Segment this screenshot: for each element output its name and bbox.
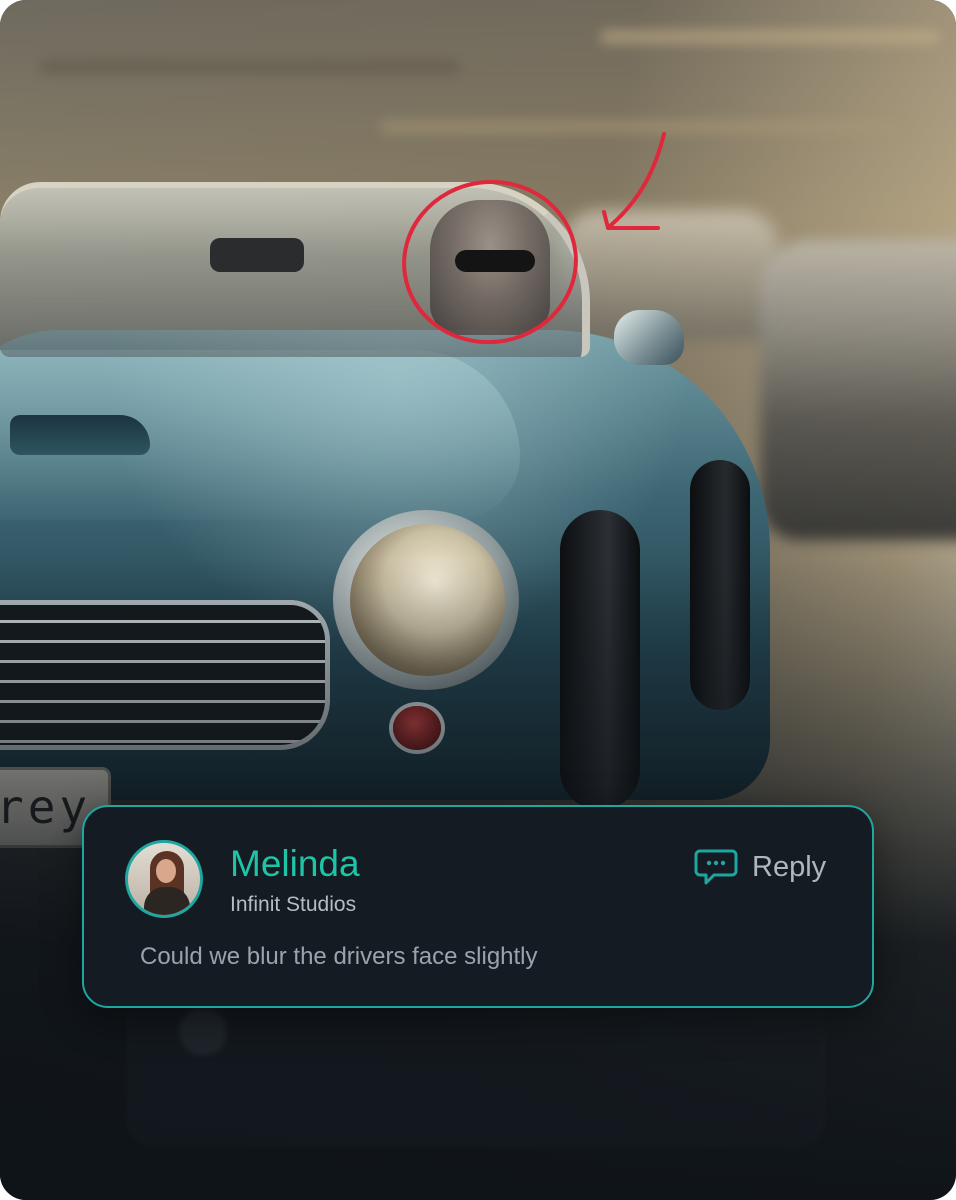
comment-text: Could we blur the drivers face slightly xyxy=(140,943,538,970)
avatar xyxy=(179,1008,227,1056)
comment-card[interactable]: Melinda Infinit Studios Reply Could we b… xyxy=(82,805,874,1008)
circle-markup xyxy=(402,179,578,345)
reply-label: Reply xyxy=(752,850,827,883)
author-company: Infinit Studios xyxy=(230,893,357,916)
avatar-body xyxy=(144,887,190,915)
avatar-face xyxy=(156,859,176,883)
background-comment-card xyxy=(128,995,824,1145)
chat-bubble-icon xyxy=(694,849,738,885)
user-avatar[interactable] xyxy=(125,840,203,918)
arrow-markup xyxy=(608,132,666,228)
comment-preview-frame: rey Melinda Infinit Studios Reply xyxy=(0,0,956,1200)
reply-button[interactable]: Reply xyxy=(694,845,844,889)
comment-author[interactable]: Melinda xyxy=(230,843,360,885)
